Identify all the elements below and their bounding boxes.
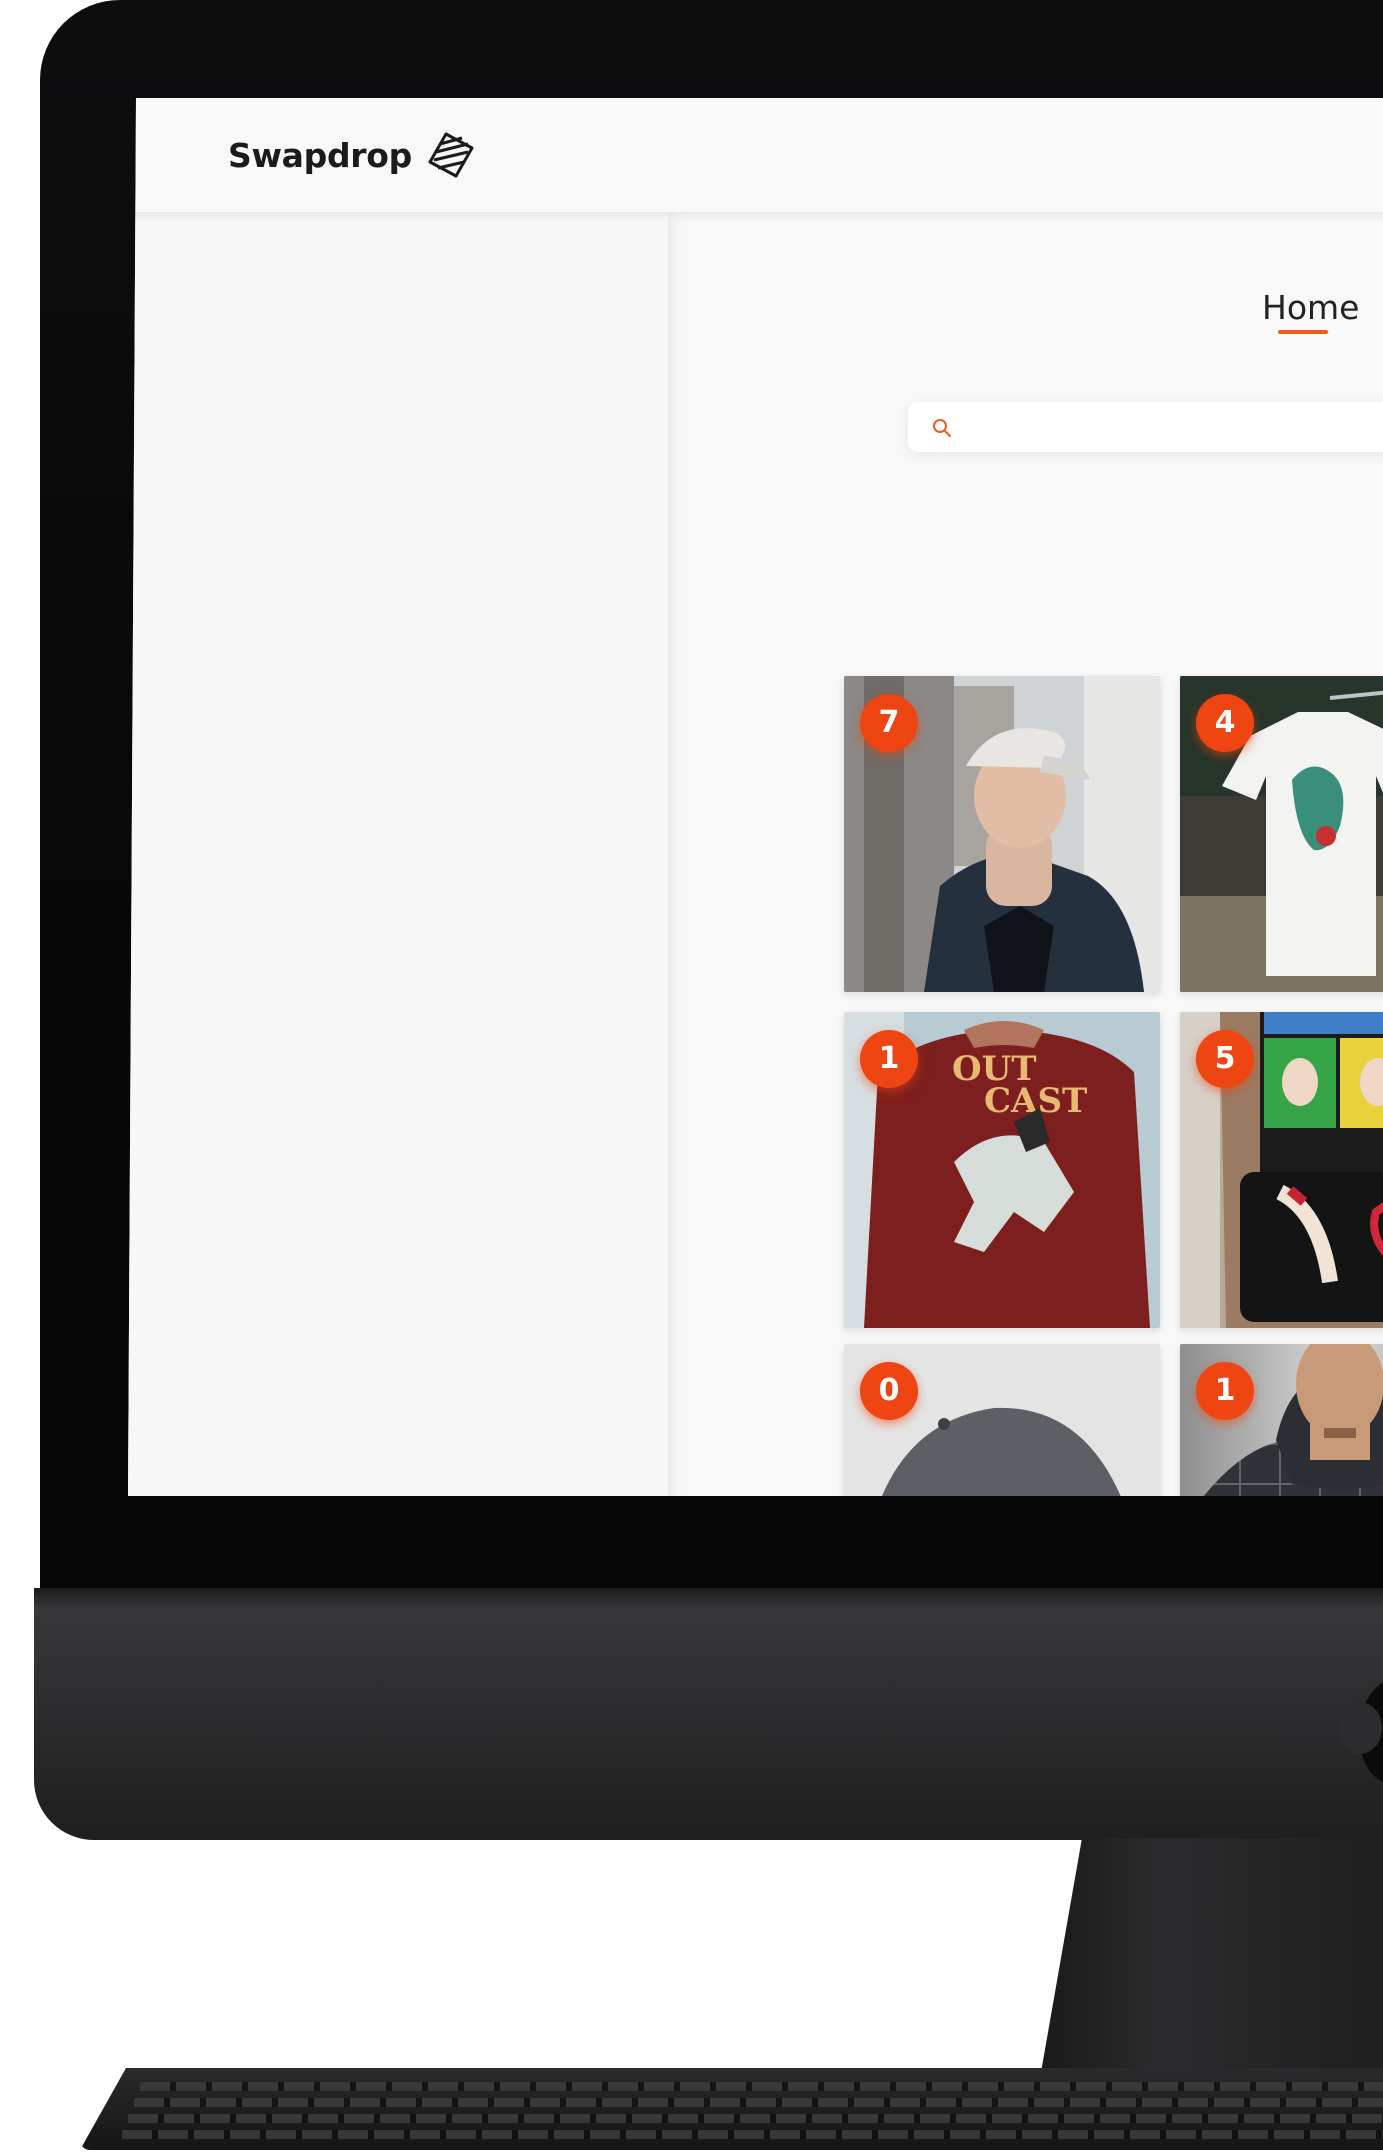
brand[interactable]: Swapdrop	[228, 128, 476, 182]
main-content: Home 7 4 OUT CAST 1 5 0 1	[670, 212, 1383, 1496]
product-card[interactable]: OUT CAST 1	[844, 1012, 1160, 1328]
product-card[interactable]: 7	[844, 676, 1160, 992]
striped-diamond-logo-icon	[426, 130, 476, 180]
monitor-screen: Swapdrop Home 7 4 OUT CAST 1 5 0 1	[128, 98, 1383, 1496]
nav-home-link[interactable]: Home	[1262, 288, 1359, 327]
sidebar	[128, 212, 668, 1496]
monitor-chin	[34, 1588, 1383, 1840]
product-count-badge: 0	[860, 1362, 918, 1420]
product-card[interactable]: 4	[1180, 676, 1383, 992]
apple-logo-icon	[1338, 1676, 1383, 1786]
product-count-badge: 7	[860, 694, 918, 752]
product-count-badge: 1	[860, 1030, 918, 1088]
product-card[interactable]: 5	[1180, 1012, 1383, 1328]
search-icon	[932, 418, 952, 443]
product-count-badge: 5	[1196, 1030, 1254, 1088]
search-input[interactable]	[964, 410, 1383, 446]
search-bar[interactable]	[908, 402, 1383, 452]
app-header: Swapdrop	[128, 98, 1383, 212]
nav-active-indicator	[1278, 330, 1328, 334]
keyboard	[80, 2068, 1383, 2150]
product-card[interactable]: 0	[844, 1344, 1160, 1496]
monitor-stand	[1040, 1838, 1383, 2078]
product-count-badge: 4	[1196, 694, 1254, 752]
product-count-badge: 1	[1196, 1362, 1254, 1420]
brand-name: Swapdrop	[228, 135, 412, 175]
product-card[interactable]: 1	[1180, 1344, 1383, 1496]
